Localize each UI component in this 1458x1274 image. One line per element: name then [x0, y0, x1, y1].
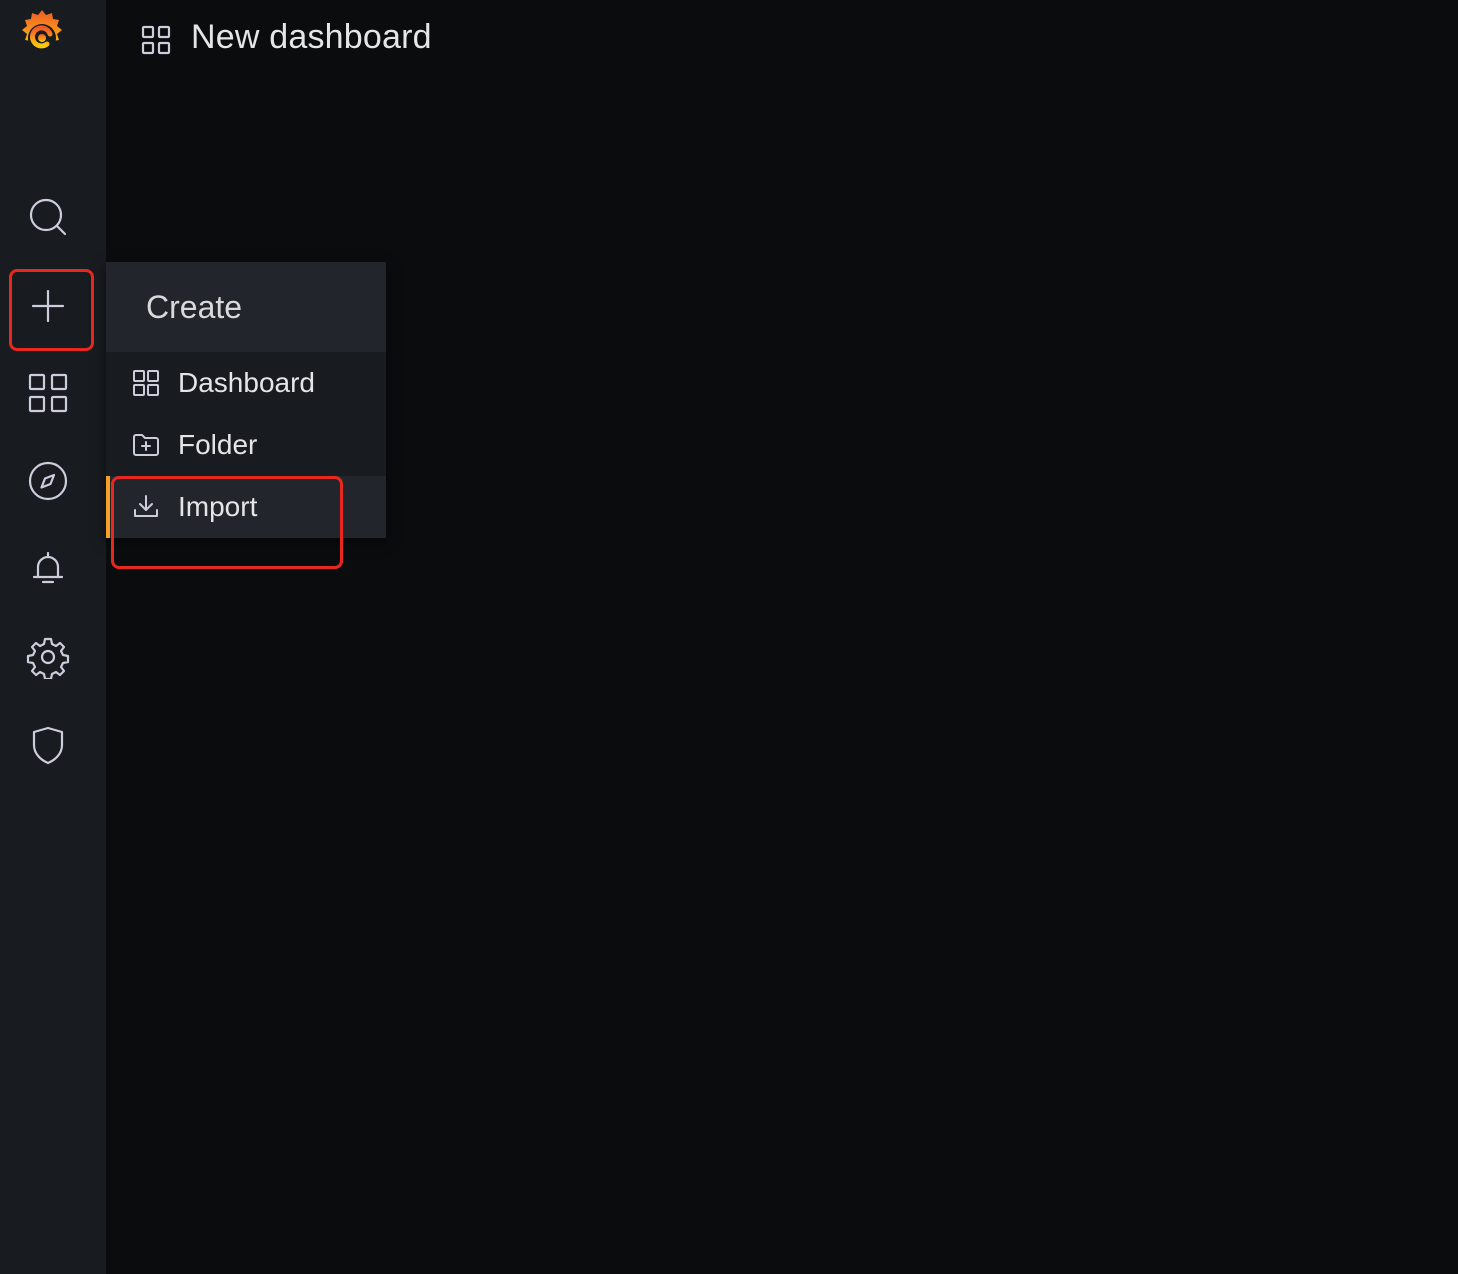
active-indicator [106, 476, 110, 538]
create-menu-item-dashboard[interactable]: Dashboard [106, 352, 386, 414]
sidebar-item-alerting[interactable] [0, 529, 96, 609]
menu-item-label: Folder [178, 429, 258, 460]
compass-icon [28, 461, 68, 501]
search-icon [29, 198, 67, 236]
sidebar-item-dashboards[interactable] [0, 353, 96, 433]
sidebar-item-explore[interactable] [0, 441, 96, 521]
plus-icon [31, 289, 65, 323]
create-menu: Create Dashboard Folder Import [106, 262, 386, 538]
grafana-logo-icon[interactable] [10, 4, 74, 68]
folder-plus-icon [133, 434, 159, 456]
shield-icon [32, 726, 64, 765]
menu-item-label: Dashboard [178, 367, 315, 398]
import-icon [134, 495, 158, 517]
top-bar: New dashboard [106, 0, 1458, 80]
menu-item-label: Import [178, 491, 258, 522]
dashboard-grid-icon [140, 24, 172, 56]
gear-icon [26, 637, 70, 679]
grafana-app: New dashboard Create Dashboard Folder Im… [0, 0, 1458, 1274]
sidebar [0, 0, 106, 1274]
sidebar-item-search[interactable] [0, 177, 96, 257]
create-menu-item-import[interactable]: Import [106, 476, 386, 538]
sidebar-item-create[interactable] [0, 266, 96, 346]
bell-icon [32, 551, 64, 584]
dashboard-grid-icon [28, 373, 68, 413]
dashboard-grid-icon [133, 370, 159, 396]
page-title[interactable]: New dashboard [191, 18, 432, 57]
create-menu-header[interactable]: Create [106, 262, 386, 352]
create-menu-item-folder[interactable]: Folder [106, 414, 386, 476]
sidebar-item-server-admin[interactable] [0, 705, 96, 785]
sidebar-item-configuration[interactable] [0, 617, 96, 697]
